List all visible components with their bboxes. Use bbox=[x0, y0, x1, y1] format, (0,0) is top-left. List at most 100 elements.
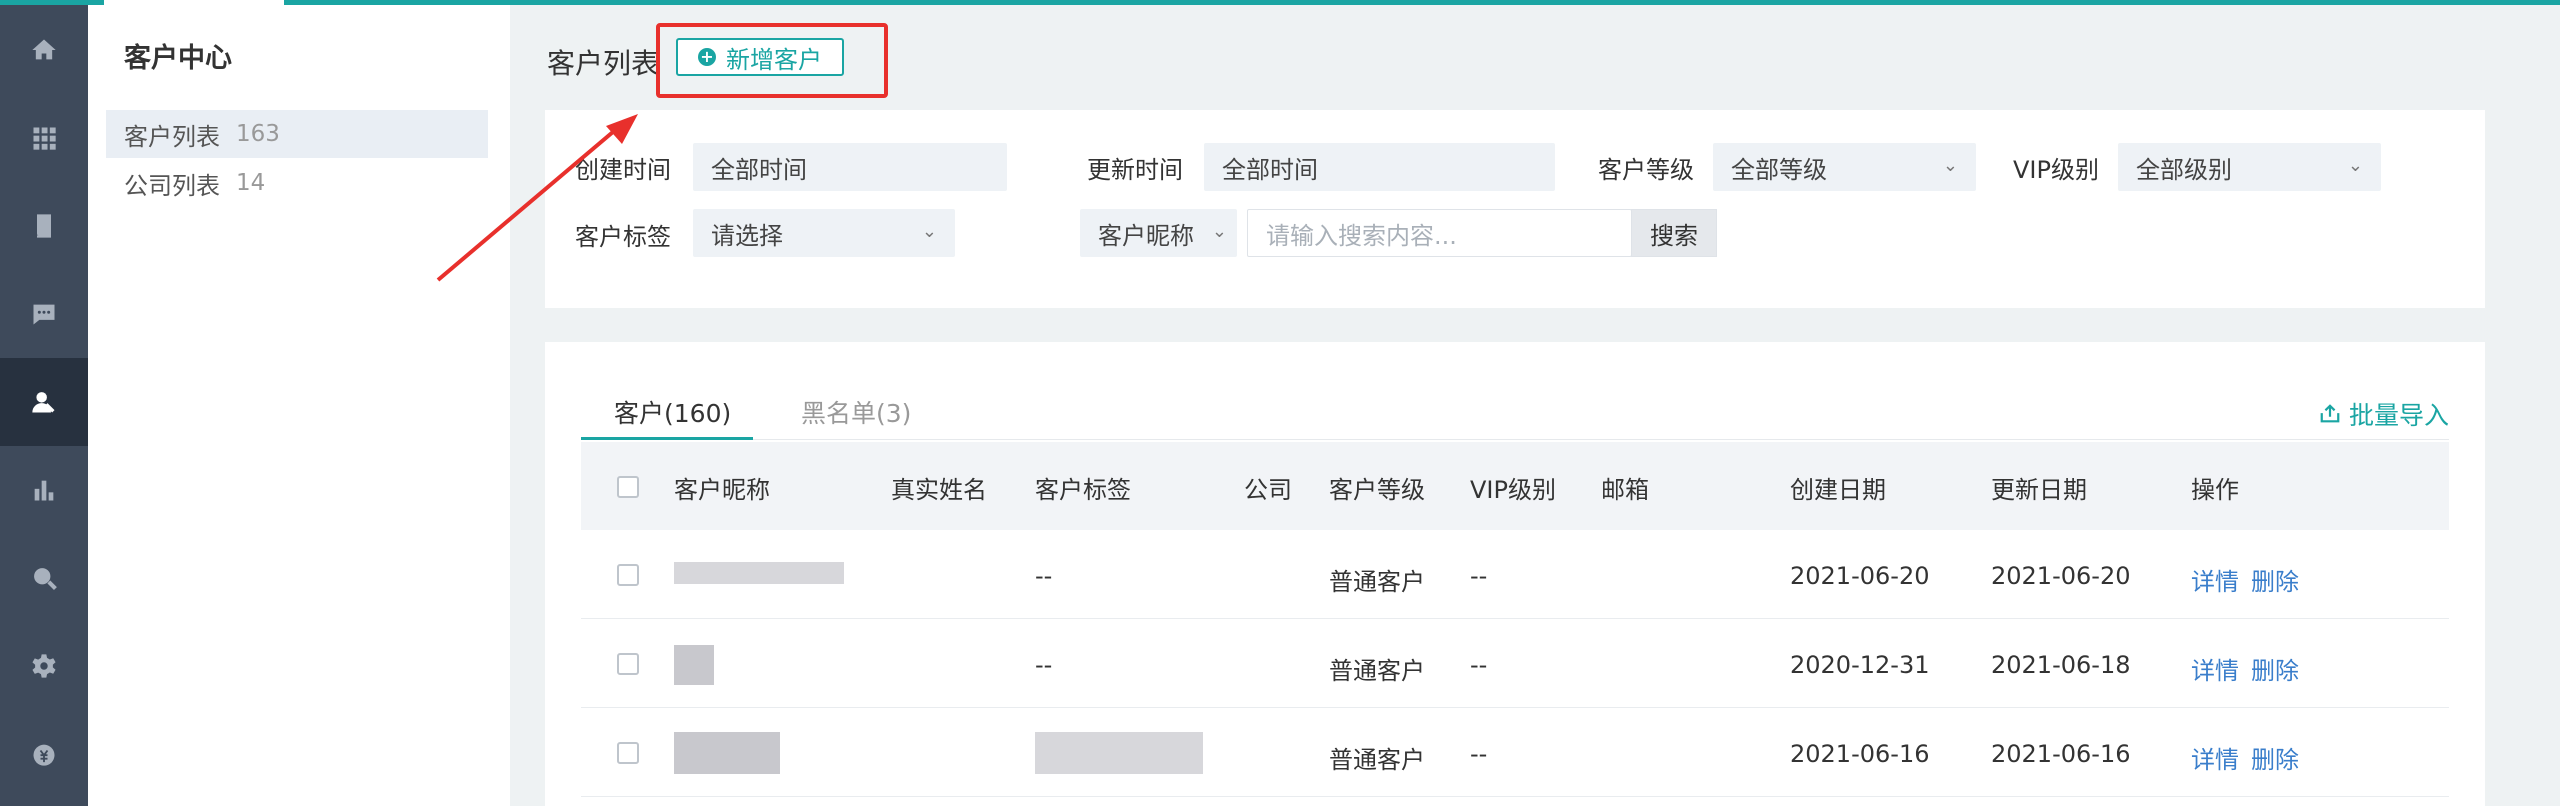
chevron-down-icon: ⌄ bbox=[2347, 155, 2363, 176]
cell-vip: -- bbox=[1470, 562, 1488, 590]
col-header-actions: 操作 bbox=[2191, 476, 2239, 504]
cell-vip: -- bbox=[1470, 651, 1488, 679]
created-time-label: 创建时间 bbox=[575, 156, 671, 184]
chevron-down-icon: ⌄ bbox=[1211, 221, 1227, 242]
money-bag-icon bbox=[33, 744, 55, 766]
col-header-email: 邮箱 bbox=[1601, 476, 1649, 504]
secondary-sidebar: 客户中心 客户列表 163 公司列表 14 bbox=[88, 0, 510, 806]
nav-home[interactable] bbox=[0, 6, 88, 94]
col-header-company: 公司 bbox=[1244, 476, 1292, 504]
cell-vip: -- bbox=[1470, 740, 1488, 768]
customer-level-label: 客户等级 bbox=[1598, 156, 1694, 184]
nav-apps[interactable] bbox=[0, 94, 88, 182]
chevron-down-icon: ⌄ bbox=[1942, 155, 1958, 176]
search-input[interactable]: 请输入搜索内容... bbox=[1247, 209, 1632, 257]
row-checkbox[interactable] bbox=[617, 653, 639, 675]
col-header-level: 客户等级 bbox=[1329, 476, 1425, 504]
detail-link[interactable]: 详情 bbox=[2191, 562, 2239, 597]
table-header: 客户昵称 真实姓名 客户标签 公司 客户等级 VIP级别 邮箱 创建日期 更新日… bbox=[581, 442, 2449, 530]
detail-link[interactable]: 详情 bbox=[2191, 740, 2239, 775]
search-input-placeholder: 请输入搜索内容... bbox=[1266, 221, 1457, 250]
customer-level-value: 全部等级 bbox=[1731, 155, 1827, 184]
top-accent-gap bbox=[104, 0, 284, 5]
nav-search[interactable] bbox=[0, 534, 88, 622]
customer-tag-label: 客户标签 bbox=[575, 223, 671, 251]
search-icon bbox=[34, 568, 57, 591]
updated-time-select[interactable]: 全部时间 bbox=[1204, 143, 1555, 191]
search-button[interactable]: 搜索 bbox=[1631, 209, 1717, 257]
delete-link[interactable]: 删除 bbox=[2251, 740, 2299, 775]
upload-icon bbox=[2320, 404, 2340, 423]
nav-settings[interactable] bbox=[0, 622, 88, 710]
row-checkbox[interactable] bbox=[617, 742, 639, 764]
nickname-redacted bbox=[674, 562, 844, 584]
col-header-created: 创建日期 bbox=[1790, 476, 1886, 504]
updated-time-label: 更新时间 bbox=[1087, 156, 1183, 184]
col-header-vip: VIP级别 bbox=[1470, 476, 1556, 504]
delete-link[interactable]: 删除 bbox=[2251, 651, 2299, 686]
batch-import-label: 批量导入 bbox=[2348, 401, 2449, 430]
sidebar-item-label: 公司列表 bbox=[124, 171, 220, 200]
sidebar-item-company-list[interactable]: 公司列表 14 bbox=[106, 159, 488, 207]
sidebar-item-count: 163 bbox=[236, 121, 280, 147]
cell-tags: -- bbox=[1035, 562, 1053, 590]
table-row[interactable]: -- 普通客户 -- 2020-12-31 2021-06-18 详情 删除 bbox=[581, 619, 2449, 708]
col-header-updated: 更新日期 bbox=[1991, 476, 2087, 504]
customer-table-panel: 客户(160) 黑名单(3) 批量导入 客户昵称 真实姓名 客户标签 公司 客户… bbox=[545, 342, 2485, 806]
table-row[interactable]: 普通客户 -- 2021-06-16 2021-06-16 详情 删除 bbox=[581, 708, 2449, 797]
nickname-redacted bbox=[674, 732, 780, 774]
batch-import-button[interactable]: 批量导入 bbox=[2319, 396, 2449, 432]
nav-chat[interactable] bbox=[0, 270, 88, 358]
add-customer-button[interactable]: + 新增客户 bbox=[676, 38, 844, 76]
tab-blacklist[interactable]: 黑名单(3) bbox=[801, 394, 911, 430]
detail-link[interactable]: 详情 bbox=[2191, 651, 2239, 686]
customer-tag-select[interactable]: 请选择 ⌄ bbox=[693, 209, 955, 257]
vip-level-label: VIP级别 bbox=[2013, 156, 2099, 184]
active-tab-indicator bbox=[581, 437, 753, 440]
cell-level: 普通客户 bbox=[1329, 746, 1425, 774]
cell-updated: 2021-06-18 bbox=[1991, 651, 2131, 679]
book-icon bbox=[37, 214, 51, 238]
nav-customers[interactable] bbox=[0, 358, 88, 446]
cell-created: 2021-06-16 bbox=[1790, 740, 1930, 768]
nav-stats[interactable] bbox=[0, 446, 88, 534]
cell-level: 普通客户 bbox=[1329, 657, 1425, 685]
tab-customers[interactable]: 客户(160) bbox=[614, 394, 731, 430]
sidebar-title: 客户中心 bbox=[124, 43, 232, 74]
nav-book[interactable] bbox=[0, 182, 88, 270]
bar-chart-icon bbox=[34, 480, 54, 501]
table-row[interactable]: -- 普通客户 -- 2021-06-20 2021-06-20 详情 删除 bbox=[581, 530, 2449, 619]
col-header-real-name: 真实姓名 bbox=[891, 476, 987, 504]
select-all-checkbox[interactable] bbox=[617, 476, 639, 498]
cell-created: 2020-12-31 bbox=[1790, 651, 1930, 679]
cell-created: 2021-06-20 bbox=[1790, 562, 1930, 590]
tabs-divider bbox=[581, 439, 2449, 440]
row-checkbox[interactable] bbox=[617, 564, 639, 586]
customer-tag-value: 请选择 bbox=[711, 221, 783, 250]
chat-icon bbox=[33, 304, 55, 325]
col-header-nickname: 客户昵称 bbox=[674, 476, 770, 504]
updated-time-value: 全部时间 bbox=[1222, 155, 1318, 184]
created-time-value: 全部时间 bbox=[711, 155, 807, 184]
sidebar-item-customer-list[interactable]: 客户列表 163 bbox=[106, 110, 488, 158]
cell-updated: 2021-06-20 bbox=[1991, 562, 2131, 590]
sidebar-item-label: 客户列表 bbox=[124, 122, 220, 151]
search-field-select[interactable]: 客户昵称 ⌄ bbox=[1080, 209, 1237, 257]
filter-panel: 创建时间 全部时间 更新时间 全部时间 客户等级 全部等级 ⌄ VIP级别 全部… bbox=[545, 110, 2485, 308]
created-time-select[interactable]: 全部时间 bbox=[693, 143, 1007, 191]
apps-grid-icon bbox=[33, 127, 56, 150]
customer-level-select[interactable]: 全部等级 ⌄ bbox=[1713, 143, 1976, 191]
vip-level-value: 全部级别 bbox=[2136, 155, 2232, 184]
delete-link[interactable]: 删除 bbox=[2251, 562, 2299, 597]
customer-icon bbox=[32, 392, 55, 413]
search-field-value: 客户昵称 bbox=[1098, 221, 1194, 250]
nav-finance[interactable] bbox=[0, 710, 88, 798]
col-header-tags: 客户标签 bbox=[1035, 476, 1131, 504]
vip-level-select[interactable]: 全部级别 ⌄ bbox=[2118, 143, 2381, 191]
cell-updated: 2021-06-16 bbox=[1991, 740, 2131, 768]
plus-circle-icon: + bbox=[698, 48, 716, 66]
cell-level: 普通客户 bbox=[1329, 568, 1425, 596]
home-icon bbox=[32, 39, 56, 60]
sidebar-item-count: 14 bbox=[236, 170, 266, 196]
page-title: 客户列表 bbox=[547, 47, 660, 80]
